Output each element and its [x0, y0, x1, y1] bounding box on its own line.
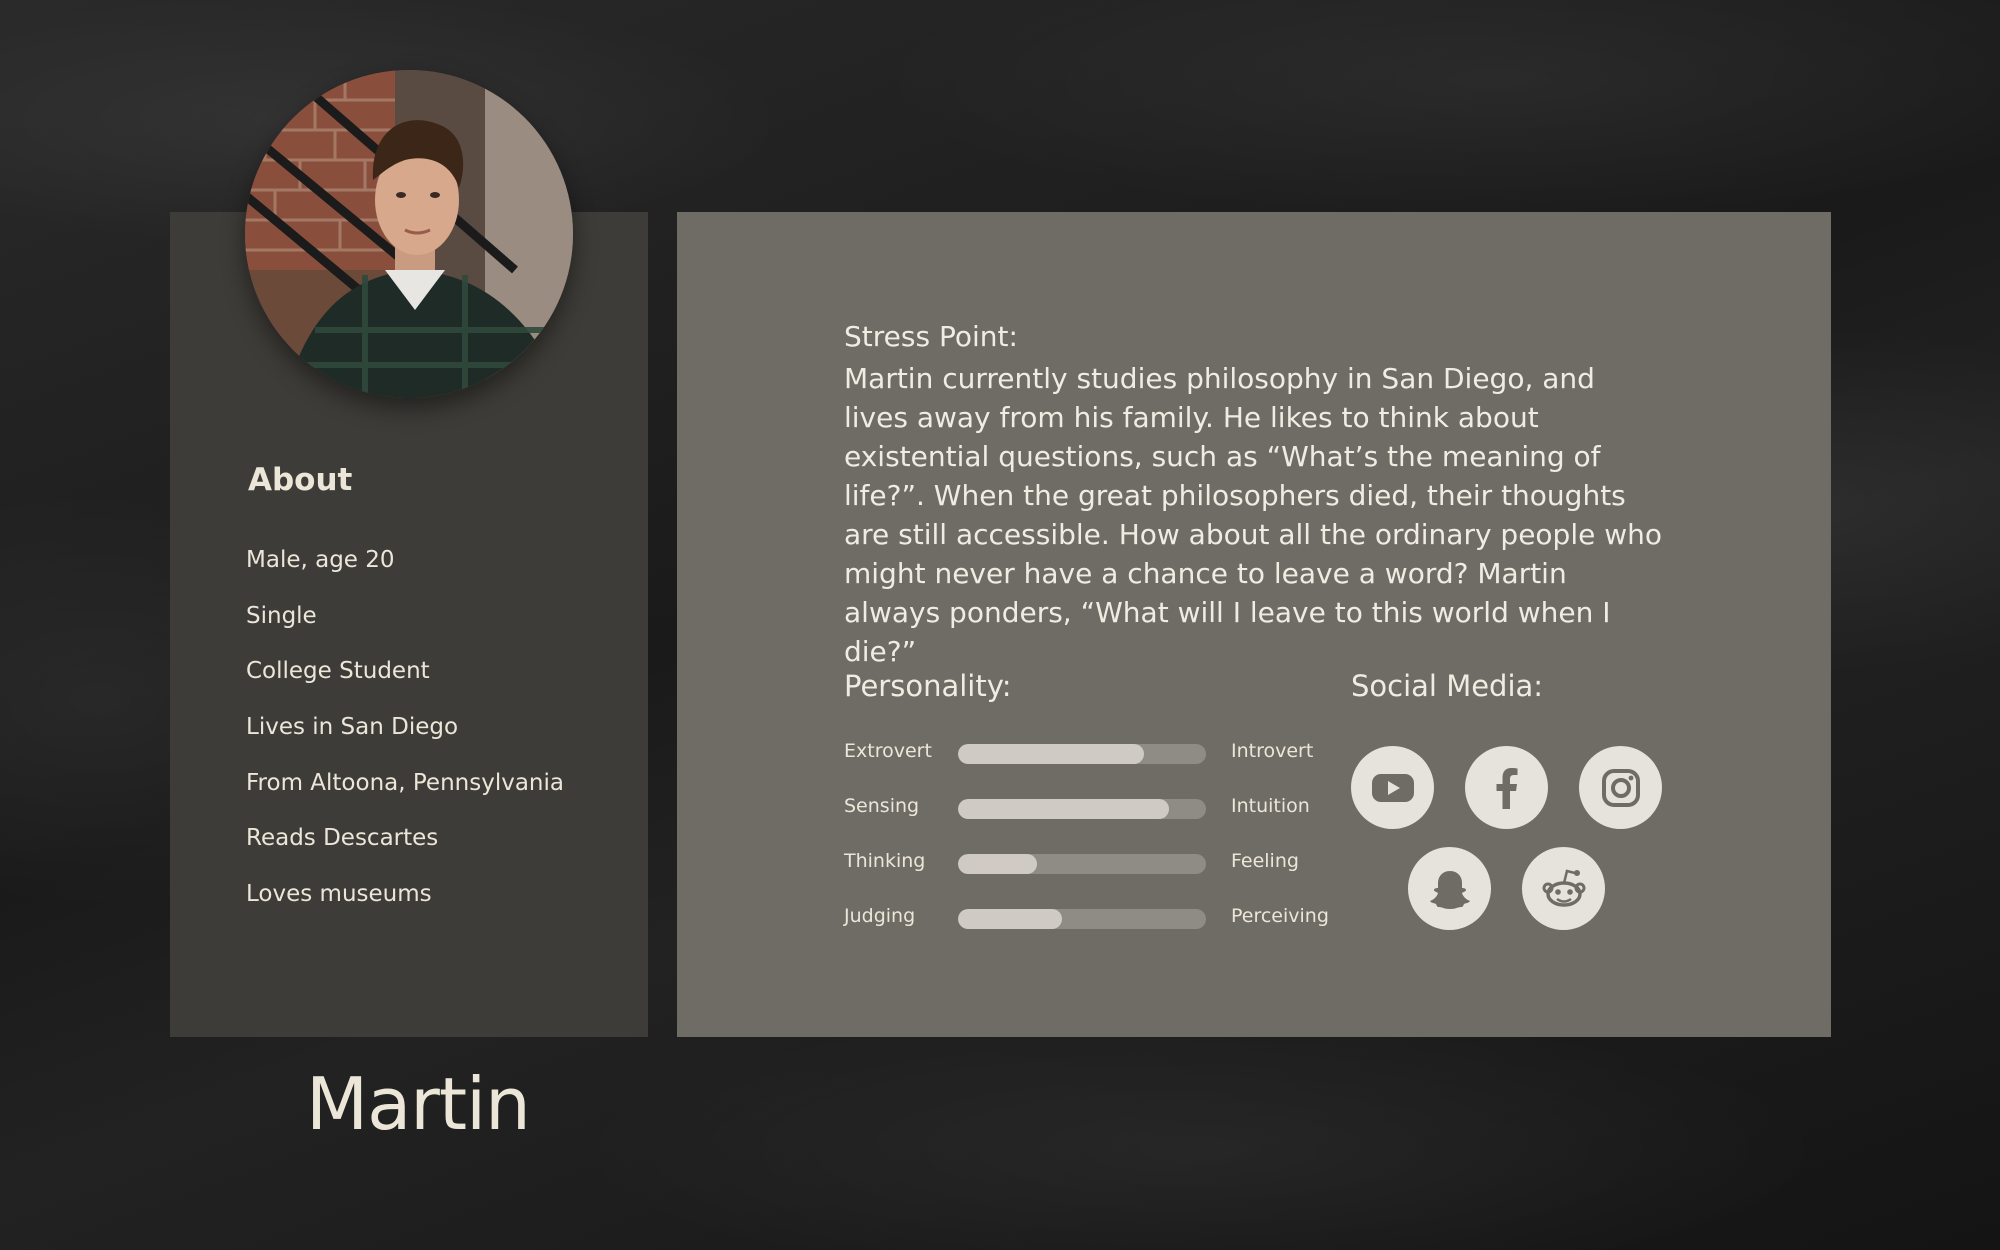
about-item-residence: Lives in San Diego	[246, 714, 459, 741]
trait-right-label: Introvert	[1231, 740, 1314, 762]
trait-right-label: Intuition	[1231, 795, 1310, 817]
avatar	[245, 70, 573, 398]
facebook-icon[interactable]	[1465, 746, 1548, 829]
trait-judging-perceiving: Judging Perceiving	[844, 905, 1329, 960]
trait-extrovert-introvert: Extrovert Introvert	[844, 740, 1324, 795]
trait-left-label: Judging	[844, 905, 916, 927]
trait-slider	[958, 909, 1206, 929]
about-item-hometown: From Altoona, Pennsylvania	[246, 769, 564, 796]
trait-left-label: Sensing	[844, 795, 920, 817]
instagram-icon[interactable]	[1579, 746, 1662, 829]
personality-traits: Extrovert Introvert Sensing Intuition Th…	[844, 740, 1329, 960]
social-media-label: Social Media:	[1351, 669, 1544, 703]
persona-name: Martin	[306, 1062, 531, 1146]
trait-slider	[958, 799, 1206, 819]
stress-point-label: Stress Point:	[844, 320, 1018, 353]
about-heading: About	[248, 462, 353, 498]
trait-sensing-intuition: Sensing Intuition	[844, 795, 1324, 850]
about-item-interest: Loves museums	[246, 881, 432, 908]
trait-slider	[958, 854, 1206, 874]
trait-left-label: Extrovert	[844, 740, 932, 762]
trait-left-label: Thinking	[844, 850, 926, 872]
about-item-reading: Reads Descartes	[246, 825, 439, 852]
snapchat-icon[interactable]	[1408, 847, 1491, 930]
trait-slider-fill	[958, 744, 1144, 764]
trait-thinking-feeling: Thinking Feeling	[844, 850, 1324, 905]
youtube-icon[interactable]	[1351, 746, 1434, 829]
about-item-gender-age: Male, age 20	[246, 547, 395, 573]
trait-slider-fill	[958, 854, 1038, 874]
trait-right-label: Feeling	[1231, 850, 1299, 872]
personality-label: Personality:	[844, 669, 1012, 703]
trait-slider-fill	[958, 909, 1063, 929]
about-list: Male, age 20 Single College Student Live…	[246, 540, 564, 930]
trait-slider-fill	[958, 799, 1169, 819]
about-item-relationship: Single	[246, 602, 317, 629]
reddit-icon[interactable]	[1522, 847, 1605, 930]
trait-slider	[958, 744, 1206, 764]
stress-point-text: Martin currently studies philosophy in S…	[844, 362, 1663, 668]
trait-right-label: Perceiving	[1231, 905, 1329, 927]
about-item-occupation: College Student	[246, 658, 430, 685]
